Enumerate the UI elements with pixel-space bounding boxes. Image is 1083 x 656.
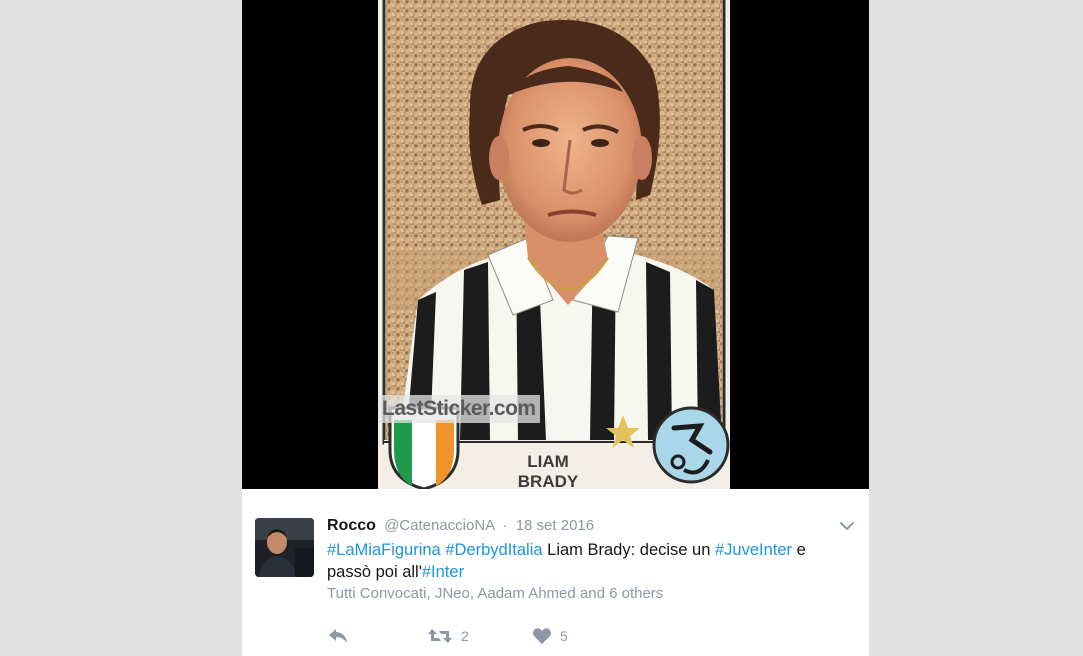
hashtag-derbyditalia[interactable]: #DerbydItalia — [445, 541, 542, 559]
watermark-text: LastSticker.com — [378, 395, 540, 423]
tweet-text-segment: Liam Brady: decise un — [542, 541, 715, 559]
tweet-body: Rocco @CatenaccioNA · 18 set 2016 #LaMia… — [242, 489, 869, 656]
retweet-count: 2 — [461, 628, 469, 644]
author-name[interactable]: Rocco — [327, 517, 376, 534]
retweet-button[interactable]: 2 — [427, 625, 469, 647]
hashtag-lamiafigurina[interactable]: #LaMiaFigurina — [327, 541, 441, 559]
social-context[interactable]: Tutti Convocati, JNeo, Aadam Ahmed and 6… — [327, 584, 663, 604]
author-handle[interactable]: @CatenaccioNA — [384, 517, 494, 534]
football-sticker-image: LastSticker.com LIAM BRADY — [378, 0, 730, 489]
chevron-down-icon[interactable] — [838, 519, 856, 533]
like-button[interactable]: 5 — [532, 625, 568, 647]
tweet-text: #LaMiaFigurina #DerbydItalia Liam Brady:… — [327, 539, 852, 583]
tweet-header: Rocco @CatenaccioNA · 18 set 2016 — [327, 516, 594, 536]
retweet-icon — [427, 627, 453, 645]
tweet-media[interactable]: LastSticker.com LIAM BRADY — [242, 0, 869, 489]
heart-icon — [532, 627, 552, 645]
player-first-name: LIAM — [527, 452, 569, 471]
like-count: 5 — [560, 628, 568, 644]
tweet-date[interactable]: 18 set 2016 — [516, 517, 594, 534]
reply-icon — [327, 627, 349, 645]
sticker-player-name: LIAM BRADY — [488, 452, 608, 489]
tweet-card: LastSticker.com LIAM BRADY Rocco @Catena… — [242, 0, 869, 656]
hashtag-juveinter[interactable]: #JuveInter — [715, 541, 792, 559]
hashtag-inter[interactable]: #Inter — [422, 563, 464, 581]
avatar[interactable] — [255, 518, 314, 577]
header-separator: · — [502, 517, 508, 534]
reply-button[interactable] — [327, 625, 349, 647]
player-last-name: BRADY — [517, 472, 579, 489]
